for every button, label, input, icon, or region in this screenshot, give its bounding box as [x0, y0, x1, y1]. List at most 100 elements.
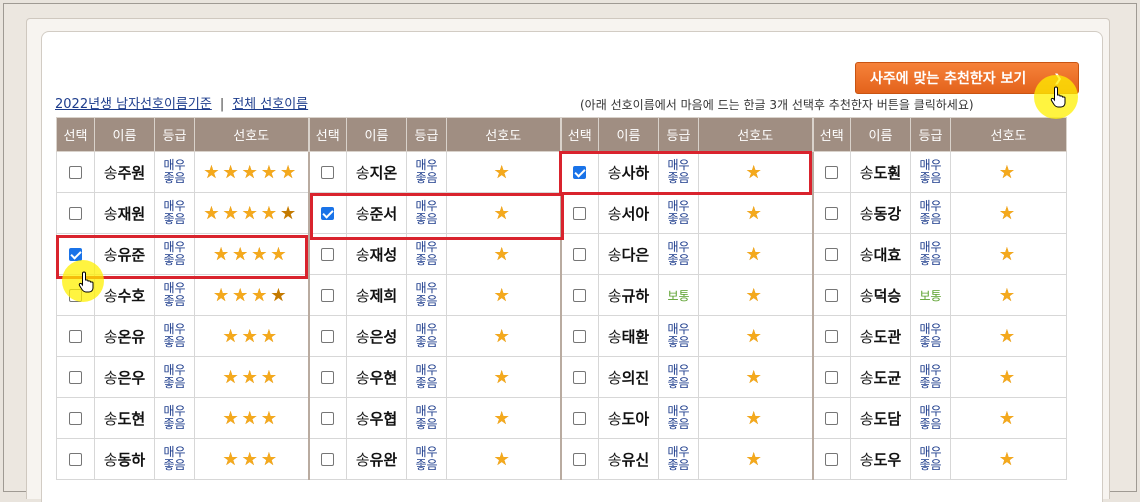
- checkbox-icon[interactable]: [69, 453, 82, 466]
- instruction-text: (아래 선호이름에서 마음에 드는 한글 3개 선택후 추천한자 버튼을 클릭하…: [580, 98, 974, 112]
- surname: 송: [355, 327, 370, 346]
- grade-label: 매우좋음: [415, 157, 438, 185]
- given-name: 은우: [117, 368, 146, 387]
- checkbox-icon[interactable]: [573, 289, 587, 302]
- grade-label: 매우좋음: [919, 321, 942, 349]
- preference-cell: ★: [950, 192, 1067, 234]
- select-cell: [307, 356, 347, 398]
- given-name: 도현: [117, 409, 146, 428]
- name-cell: 송제희: [346, 274, 407, 316]
- checkbox-icon[interactable]: [825, 412, 839, 425]
- surname: 송: [355, 245, 370, 264]
- star-icon: ★: [222, 202, 242, 224]
- grade-label: 매우좋음: [163, 362, 186, 390]
- checkbox-icon[interactable]: [825, 371, 839, 384]
- surname: 송: [355, 204, 370, 223]
- checkbox-icon[interactable]: [573, 207, 587, 220]
- preference-cell: ★: [698, 274, 813, 316]
- checkbox-icon[interactable]: [69, 412, 82, 425]
- preference-cell: ★: [950, 151, 1067, 193]
- star-icon: ★: [270, 243, 290, 265]
- preference-cell: ★: [950, 233, 1067, 275]
- grade-cell: 매우좋음: [910, 356, 951, 398]
- surname: 송: [607, 245, 622, 264]
- link-all-preferred[interactable]: 전체 선호이름: [232, 97, 308, 112]
- star-rating: ★★★: [223, 449, 280, 470]
- grade-cell: 매우좋음: [406, 192, 447, 234]
- star-icon: ★: [998, 407, 1019, 429]
- star-icon: ★: [203, 202, 223, 224]
- checkbox-icon[interactable]: [321, 248, 335, 261]
- star-icon: ★: [998, 325, 1019, 347]
- checkbox-icon[interactable]: [573, 248, 587, 261]
- grade-cell: 매우좋음: [910, 315, 951, 357]
- checkbox-icon[interactable]: [69, 207, 82, 220]
- checkbox-icon[interactable]: [321, 453, 335, 466]
- checkbox-icon[interactable]: [573, 166, 587, 179]
- header-cell: 선호도: [950, 117, 1067, 152]
- checkbox-icon[interactable]: [825, 453, 839, 466]
- name-cell: 송규하: [598, 274, 659, 316]
- star-icon: ★: [493, 161, 513, 183]
- star-icon: ★: [493, 202, 513, 224]
- star-icon: ★: [493, 284, 513, 306]
- given-name: 유신: [621, 450, 650, 469]
- given-name: 서아: [621, 204, 650, 223]
- star-rating: ★: [999, 203, 1018, 224]
- header-cell: 이름: [850, 117, 911, 152]
- given-name: 도담: [873, 409, 902, 428]
- grade-label: 보통: [667, 289, 690, 303]
- grade-cell: 보통: [658, 274, 699, 316]
- star-icon: ★: [222, 161, 242, 183]
- star-icon: ★: [745, 202, 765, 224]
- checkbox-icon[interactable]: [825, 248, 839, 261]
- star-icon: ★: [998, 243, 1019, 265]
- grade-label: 매우좋음: [919, 362, 942, 390]
- checkbox-icon[interactable]: [69, 166, 82, 179]
- checkbox-icon[interactable]: [573, 371, 587, 384]
- surname: 송: [607, 286, 622, 305]
- preference-cell: ★★★★: [194, 233, 309, 275]
- surname: 송: [103, 163, 118, 182]
- checkbox-icon[interactable]: [573, 453, 587, 466]
- given-name: 유준: [117, 245, 146, 264]
- surname: 송: [355, 450, 370, 469]
- checkbox-icon[interactable]: [825, 166, 839, 179]
- grade-cell: 매우좋음: [154, 274, 195, 316]
- header-cell: 선택: [811, 117, 851, 152]
- checkbox-icon[interactable]: [69, 330, 82, 343]
- star-rating: ★: [746, 244, 765, 265]
- star-rating: ★★★: [223, 326, 280, 347]
- checkbox-icon[interactable]: [573, 412, 587, 425]
- checkbox-icon[interactable]: [321, 166, 335, 179]
- checkbox-icon[interactable]: [825, 289, 839, 302]
- surname: 송: [859, 163, 874, 182]
- checkbox-icon[interactable]: [321, 207, 335, 220]
- grade-label: 매우좋음: [919, 444, 942, 472]
- grade-label: 매우좋음: [163, 321, 186, 349]
- table-row: 송온유 매우좋음 ★★★ 송은성 매우좋음 ★ 송태환 매우좋음 ★ 송도관 매우좋음 ★: [56, 315, 1067, 357]
- preference-cell: ★: [446, 315, 561, 357]
- select-cell: [559, 233, 599, 275]
- grade-label: 매우좋음: [163, 280, 186, 308]
- star-icon: ★: [493, 243, 513, 265]
- surname: 송: [103, 450, 118, 469]
- grade-cell: 매우좋음: [154, 438, 195, 480]
- checkbox-icon[interactable]: [321, 412, 335, 425]
- checkbox-icon[interactable]: [321, 330, 335, 343]
- checkbox-icon[interactable]: [321, 289, 335, 302]
- given-name: 동강: [873, 204, 902, 223]
- checkbox-icon[interactable]: [825, 207, 839, 220]
- checkbox-icon[interactable]: [321, 371, 335, 384]
- name-cell: 송은성: [346, 315, 407, 357]
- table-row: 송유준 매우좋음 ★★★★ 송재성 매우좋음 ★ 송다은 매우좋음 ★ 송대효 매우좋음 ★: [56, 233, 1067, 275]
- grade-cell: 매우좋음: [406, 397, 447, 439]
- checkbox-icon[interactable]: [69, 248, 82, 261]
- checkbox-icon[interactable]: [825, 330, 839, 343]
- checkbox-icon[interactable]: [69, 371, 82, 384]
- table-body: 송주원 매우좋음 ★★★★★ 송지온 매우좋음 ★ 송사하 매우좋음 ★ 송도훤 매우좋음 ★ 송재원 매…: [56, 151, 1067, 480]
- grade-cell: 매우좋음: [154, 315, 195, 357]
- select-cell: [559, 192, 599, 234]
- checkbox-icon[interactable]: [573, 330, 587, 343]
- link-male-preferred[interactable]: 2022년생 남자선호이름기준: [55, 97, 212, 112]
